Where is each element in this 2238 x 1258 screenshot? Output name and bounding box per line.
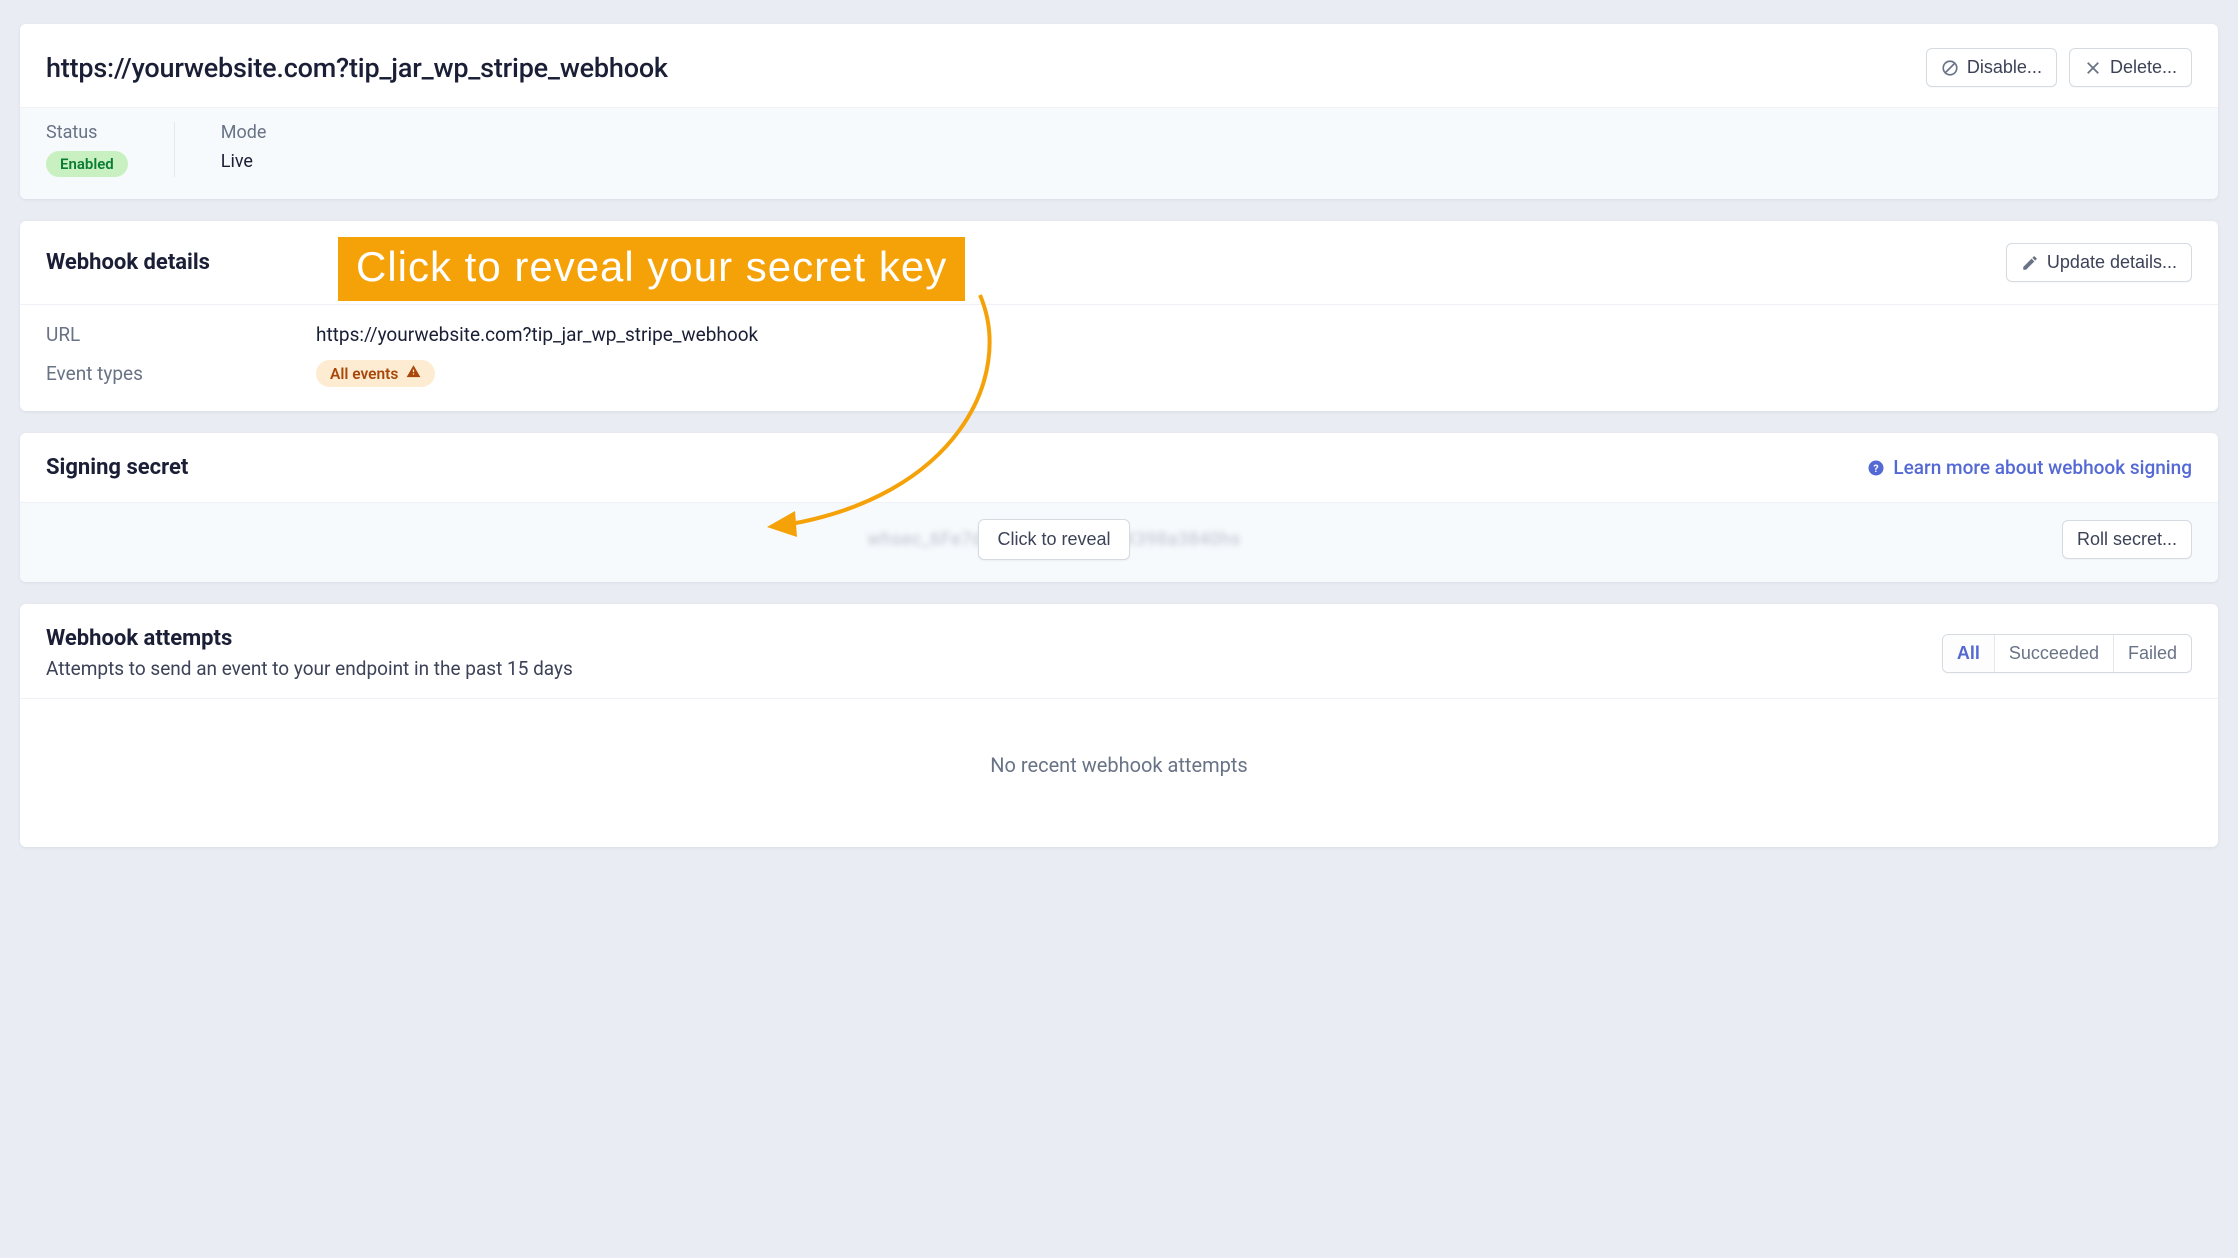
event-types-value: All events bbox=[330, 365, 398, 383]
url-value: https://yourwebsite.com?tip_jar_wp_strip… bbox=[316, 323, 758, 346]
event-types-label: Event types bbox=[46, 362, 316, 385]
webhook-attempts-subtitle: Attempts to send an event to your endpoi… bbox=[46, 657, 573, 680]
click-to-reveal-button[interactable]: Click to reveal bbox=[978, 519, 1129, 560]
webhook-attempts-title: Webhook attempts bbox=[46, 626, 573, 651]
signing-secret-card: Signing secret ? Learn more about webhoo… bbox=[20, 433, 2218, 582]
mode-value: Live bbox=[221, 151, 267, 172]
webhook-attempts-card: Webhook attempts Attempts to send an eve… bbox=[20, 604, 2218, 847]
attempts-filter: All Succeeded Failed bbox=[1942, 634, 2192, 673]
url-label: URL bbox=[46, 323, 316, 346]
delete-button[interactable]: Delete... bbox=[2069, 48, 2192, 87]
status-label: Status bbox=[46, 122, 128, 143]
roll-secret-label: Roll secret... bbox=[2077, 529, 2177, 550]
warning-icon bbox=[406, 364, 421, 383]
webhook-url-title: https://yourwebsite.com?tip_jar_wp_strip… bbox=[46, 52, 668, 84]
webhook-header-card: https://yourwebsite.com?tip_jar_wp_strip… bbox=[20, 24, 2218, 199]
learn-more-link[interactable]: ? Learn more about webhook signing bbox=[1867, 456, 2192, 479]
filter-all-button[interactable]: All bbox=[1943, 635, 1994, 672]
update-details-button[interactable]: Update details... bbox=[2006, 243, 2192, 282]
help-icon: ? bbox=[1867, 459, 1885, 477]
roll-secret-button[interactable]: Roll secret... bbox=[2062, 520, 2192, 559]
status-badge: Enabled bbox=[46, 151, 128, 177]
svg-text:?: ? bbox=[1874, 461, 1879, 474]
filter-succeeded-button[interactable]: Succeeded bbox=[1994, 635, 2113, 672]
close-icon bbox=[2084, 59, 2102, 77]
annotation-banner: Click to reveal your secret key bbox=[338, 237, 965, 301]
webhook-details-title: Webhook details bbox=[46, 250, 210, 275]
delete-button-label: Delete... bbox=[2110, 57, 2177, 78]
disable-button-label: Disable... bbox=[1967, 57, 2042, 78]
filter-failed-button[interactable]: Failed bbox=[2113, 635, 2191, 672]
event-types-badge: All events bbox=[316, 360, 435, 387]
disable-icon bbox=[1941, 59, 1959, 77]
mode-label: Mode bbox=[221, 122, 267, 143]
pencil-icon bbox=[2021, 254, 2039, 272]
disable-button[interactable]: Disable... bbox=[1926, 48, 2057, 87]
update-details-label: Update details... bbox=[2047, 252, 2177, 273]
learn-more-label: Learn more about webhook signing bbox=[1893, 456, 2192, 479]
attempts-empty-message: No recent webhook attempts bbox=[20, 699, 2218, 847]
signing-secret-title: Signing secret bbox=[46, 455, 188, 480]
